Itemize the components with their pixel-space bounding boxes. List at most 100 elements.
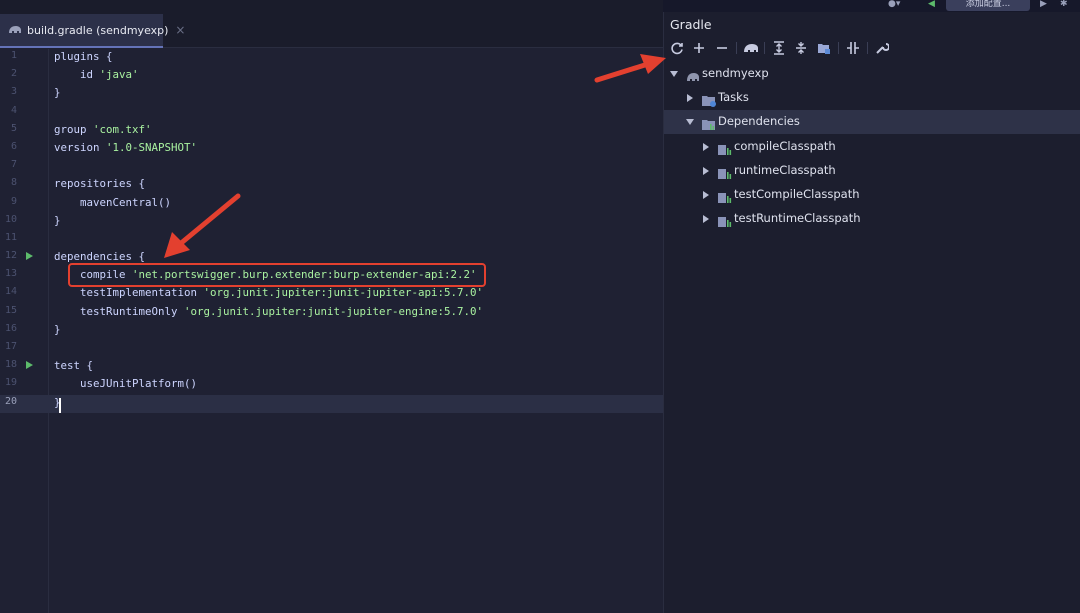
classpath-icon [718, 165, 732, 179]
tree-node-dependencies[interactable]: Dependencies [664, 110, 1080, 134]
line-number: 8 [10, 177, 17, 189]
run-configuration-dropdown[interactable]: 添加配置... [946, 0, 1030, 11]
elephant-icon[interactable] [742, 39, 760, 57]
code-text: id 'java' [54, 68, 139, 81]
settings-wrench-icon[interactable] [873, 39, 891, 57]
code-line[interactable]: 14 testImplementation 'org.junit.jupiter… [0, 285, 663, 303]
code-text: plugins { [54, 50, 113, 63]
tree-node-label: Tasks [718, 90, 749, 104]
code-line[interactable]: 15 testRuntimeOnly 'org.junit.jupiter:ju… [0, 304, 663, 322]
code-token: } [54, 213, 61, 227]
annotation-highlight-box [68, 263, 486, 287]
chevron-right-icon[interactable] [703, 191, 709, 199]
chevron-right-icon[interactable] [687, 94, 693, 102]
line-number: 14 [4, 286, 17, 298]
code-token: useJUnitPlatform() [54, 377, 198, 391]
tab-label: build.gradle (sendmyexp) [27, 23, 169, 37]
line-number: 16 [4, 322, 17, 334]
reload-icon[interactable] [668, 39, 686, 57]
code-line[interactable]: 9 mavenCentral() [0, 195, 663, 213]
code-token: } [54, 86, 61, 100]
code-line[interactable]: 8 repositories { [0, 176, 663, 194]
code-area[interactable]: 1 plugins {2 id 'java' 3} 4 5 group 'com.txf'… [0, 49, 663, 413]
code-line[interactable]: 10} [0, 213, 663, 231]
code-line[interactable]: 11 [0, 231, 663, 249]
code-line[interactable]: 5 group 'com.txf' [0, 122, 663, 140]
line-number: 9 [10, 195, 17, 207]
tab-build-gradle[interactable]: build.gradle (sendmyexp) × [0, 14, 185, 48]
chevron-right-icon[interactable] [703, 167, 709, 175]
run-icon[interactable]: ▶ [1040, 0, 1047, 9]
tree-node-testcompileclasspath[interactable]: testCompileClasspath [664, 183, 1080, 207]
chevron-down-icon[interactable] [670, 71, 678, 77]
gutter-run-icon[interactable] [26, 361, 33, 370]
code-token: testImplementation [54, 286, 204, 300]
line-number: 12 [4, 250, 17, 262]
code-token: version [54, 140, 107, 154]
string-token: 'org.junit.jupiter:junit-jupiter-api:5.7… [203, 286, 484, 300]
elephant-icon [686, 68, 700, 81]
tree-node-label: sendmyexp [702, 66, 769, 80]
code-token: test { [54, 359, 94, 373]
back-arrow-icon[interactable]: ◀ [928, 0, 935, 9]
editor-tab-bar: build.gradle (sendmyexp) × [0, 0, 663, 48]
code-token: } [54, 322, 61, 336]
code-text: } [54, 86, 61, 99]
code-text: } [54, 214, 61, 227]
plus-icon[interactable] [690, 39, 708, 57]
code-text: useJUnitPlatform() [54, 377, 197, 390]
expand-all-icon[interactable] [770, 39, 788, 57]
tree-node-runtimeclasspath[interactable]: runtimeClasspath [664, 159, 1080, 183]
tree-node-compileclasspath[interactable]: compileClasspath [664, 135, 1080, 159]
line-number: 6 [10, 140, 17, 152]
code-text: } [54, 323, 61, 336]
line-number: 15 [4, 304, 17, 316]
line-number: 11 [4, 231, 17, 243]
line-number: 20 [4, 395, 17, 407]
tree-node-label: compileClasspath [734, 139, 836, 153]
code-text: mavenCentral() [54, 196, 171, 209]
code-line[interactable]: 19 useJUnitPlatform() [0, 376, 663, 394]
code-token: mavenCentral() [54, 195, 172, 209]
code-text: test { [54, 359, 93, 372]
code-line[interactable]: 2 id 'java' [0, 67, 663, 85]
classpath-icon [718, 213, 732, 227]
tree-node-label: Dependencies [718, 114, 800, 128]
code-line[interactable]: 3} [0, 85, 663, 103]
chevron-right-icon[interactable] [703, 143, 709, 151]
code-line[interactable]: 17 [0, 340, 663, 358]
dependencies-view-icon[interactable] [815, 39, 833, 57]
minus-icon[interactable] [713, 39, 731, 57]
line-number: 2 [10, 68, 17, 80]
code-text: testRuntimeOnly 'org.junit.jupiter:junit… [54, 305, 483, 318]
gradle-elephant-icon [8, 24, 22, 36]
tree-node-tasks[interactable]: Tasks [664, 86, 1080, 110]
code-line[interactable]: 18 test { [0, 358, 663, 376]
code-line[interactable]: 1 plugins { [0, 49, 663, 67]
collapse-all-icon[interactable] [792, 39, 810, 57]
code-line[interactable]: 6 version '1.0-SNAPSHOT' [0, 140, 663, 158]
debug-icon[interactable]: ✱ [1060, 0, 1068, 9]
gutter-run-icon[interactable] [26, 252, 33, 261]
offline-toggle-icon[interactable] [844, 39, 862, 57]
chevron-right-icon[interactable] [703, 215, 709, 223]
tree-node-label: testRuntimeClasspath [734, 211, 861, 225]
chevron-down-icon[interactable] [686, 119, 694, 125]
tree-node-sendmyexp[interactable]: sendmyexp [664, 62, 1080, 86]
line-number: 1 [10, 50, 17, 61]
line-number: 10 [4, 213, 17, 225]
code-line[interactable]: 4 [0, 104, 663, 122]
line-number: 3 [10, 86, 17, 98]
code-line[interactable]: 20} [0, 394, 663, 413]
code-line[interactable]: 16} [0, 322, 663, 340]
code-text: version '1.0-SNAPSHOT' [54, 141, 197, 154]
code-editor[interactable]: build.gradle (sendmyexp) × 1 plugins { 2 i… [0, 0, 663, 613]
line-number: 4 [10, 104, 17, 116]
tree-node-testruntimeclasspath[interactable]: testRuntimeClasspath [664, 207, 1080, 231]
code-token: testRuntimeOnly [54, 304, 185, 318]
code-line[interactable]: 7 [0, 158, 663, 176]
user-icon[interactable]: ●▾ [888, 0, 900, 9]
code-text: dependencies { [54, 250, 145, 263]
string-token: 'org.junit.jupiter:junit-jupiter-engine:… [184, 304, 484, 318]
close-icon[interactable]: × [175, 23, 185, 37]
